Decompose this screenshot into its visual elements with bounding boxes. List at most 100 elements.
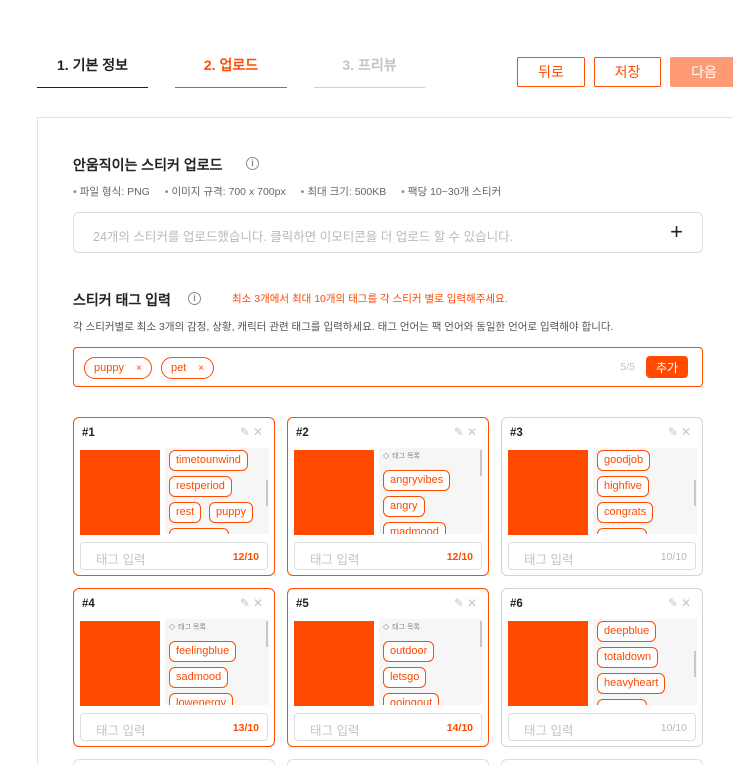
sticker-tag[interactable]: highfive bbox=[597, 476, 649, 497]
sticker-tag[interactable]: goodjob bbox=[597, 450, 651, 471]
step-basic-info[interactable]: 1. 기본 정보 bbox=[37, 56, 148, 88]
sticker-tag[interactable]: goingout bbox=[383, 693, 440, 705]
sticker-tag-input[interactable]: 태그 입력 13/10 bbox=[80, 713, 268, 741]
edit-icon[interactable]: ✎ bbox=[668, 425, 681, 439]
info-icon[interactable]: i bbox=[188, 292, 201, 305]
sticker-card-partial[interactable] bbox=[287, 759, 489, 765]
sticker-tag[interactable]: puppy bbox=[209, 502, 253, 523]
tag-count: 13/10 bbox=[232, 722, 259, 734]
tag-list-scrollbar[interactable] bbox=[266, 621, 268, 647]
sticker-tag-list: goodjob highfive congrats bbox=[593, 448, 697, 534]
sticker-tag[interactable]: heavyheart bbox=[597, 673, 666, 694]
sticker-tag[interactable]: letsgo bbox=[383, 667, 427, 688]
tag-count: 12/10 bbox=[446, 551, 473, 563]
sticker-number: #5 bbox=[296, 598, 309, 610]
sticker-card[interactable]: #3 ✎✕ goodjob highfive congrats 태그 입력 10… bbox=[501, 417, 703, 576]
tag-section-title: 스티커 태그 입력 bbox=[73, 292, 171, 308]
sticker-tag-input[interactable]: 태그 입력 10/10 bbox=[508, 542, 696, 570]
close-icon[interactable]: ✕ bbox=[467, 425, 480, 439]
sticker-tag-input[interactable]: 태그 입력 14/10 bbox=[294, 713, 482, 741]
sticker-card[interactable]: #1 ✎✕ timetounwind restperiod rest puppy… bbox=[73, 417, 275, 576]
tag-list-scrollbar[interactable] bbox=[266, 480, 268, 506]
tag-count: 14/10 bbox=[446, 722, 473, 734]
close-icon[interactable]: ✕ bbox=[467, 596, 480, 610]
close-icon[interactable]: ✕ bbox=[253, 425, 266, 439]
save-button[interactable]: 저장 bbox=[594, 57, 661, 87]
card-tools: ✎✕ bbox=[240, 596, 266, 610]
common-tag-input[interactable]: puppy × pet × 5/5 추가 bbox=[73, 347, 703, 387]
sticker-thumbnail[interactable] bbox=[508, 450, 588, 535]
sticker-thumbnail[interactable] bbox=[294, 450, 374, 535]
sticker-tag[interactable]: madmood bbox=[383, 522, 446, 534]
sticker-tag[interactable]: deepblue bbox=[597, 621, 657, 642]
tag-list-scrollbar[interactable] bbox=[480, 621, 482, 647]
sticker-tag[interactable] bbox=[169, 528, 229, 534]
next-button[interactable]: 다음 bbox=[670, 57, 733, 87]
sticker-thumbnail[interactable] bbox=[80, 621, 160, 706]
sticker-tag[interactable]: feelingblue bbox=[169, 641, 237, 662]
sticker-tag-input[interactable]: 태그 입력 12/10 bbox=[80, 542, 268, 570]
back-button[interactable]: 뒤로 bbox=[517, 57, 585, 87]
tag-list-scrollbar[interactable] bbox=[694, 480, 696, 506]
sticker-card-partial[interactable] bbox=[73, 759, 275, 765]
step-underline bbox=[37, 87, 148, 88]
tag-list-scrollbar[interactable] bbox=[694, 651, 696, 677]
edit-icon[interactable]: ✎ bbox=[240, 596, 253, 610]
sticker-card[interactable]: #2 ✎✕ 태그 목록 angryvibes angry madmood 태그 … bbox=[287, 417, 489, 576]
sticker-tag-input[interactable]: 태그 입력 10/10 bbox=[508, 713, 696, 741]
info-icon[interactable]: i bbox=[246, 157, 259, 170]
upload-dropzone[interactable]: 24개의 스티커를 업로드했습니다. 클릭하면 이모티콘을 더 업로드 할 수 … bbox=[73, 212, 703, 253]
sticker-tag[interactable]: timetounwind bbox=[169, 450, 248, 471]
spec-item: 파일 형식: PNG bbox=[73, 186, 150, 198]
close-icon[interactable]: × bbox=[136, 363, 142, 374]
add-tag-button[interactable]: 추가 bbox=[646, 356, 688, 378]
sticker-thumbnail[interactable] bbox=[294, 621, 374, 706]
sticker-tag[interactable]: restperiod bbox=[169, 476, 232, 497]
sticker-thumbnail[interactable] bbox=[508, 621, 588, 706]
sticker-tag[interactable]: angry bbox=[383, 496, 425, 517]
sticker-tag[interactable] bbox=[597, 699, 647, 705]
tag-list-scrollbar[interactable] bbox=[480, 450, 482, 476]
sticker-number: #1 bbox=[82, 427, 95, 439]
sticker-tag[interactable]: angryvibes bbox=[383, 470, 451, 491]
upload-specs: 파일 형식: PNG 이미지 규격: 700 x 700px 최대 크기: 50… bbox=[73, 184, 513, 199]
plus-icon[interactable]: + bbox=[670, 221, 683, 243]
tag-input-placeholder: 태그 입력 bbox=[524, 724, 574, 738]
edit-icon[interactable]: ✎ bbox=[240, 425, 253, 439]
spec-item: 이미지 규격: 700 x 700px bbox=[165, 186, 286, 198]
close-icon[interactable]: ✕ bbox=[681, 596, 694, 610]
tag-list-label: 태그 목록 bbox=[383, 622, 420, 632]
sticker-card[interactable]: #6 ✎✕ deepblue totaldown heavyheart 태그 입… bbox=[501, 588, 703, 747]
tag-chip-label: puppy bbox=[94, 362, 124, 374]
edit-icon[interactable]: ✎ bbox=[668, 596, 681, 610]
close-icon[interactable]: ✕ bbox=[253, 596, 266, 610]
sticker-tag[interactable]: congrats bbox=[597, 502, 654, 523]
tag-list-label: 태그 목록 bbox=[169, 622, 206, 632]
sticker-thumbnail[interactable] bbox=[80, 450, 160, 535]
tag-chip[interactable]: puppy × bbox=[84, 357, 152, 379]
sticker-tag[interactable]: lowenergy bbox=[169, 693, 234, 705]
sticker-card-partial[interactable] bbox=[501, 759, 703, 765]
sticker-card[interactable]: #5 ✎✕ 태그 목록 outdoor letsgo goingout 태그 입… bbox=[287, 588, 489, 747]
sticker-tag-list: timetounwind restperiod rest puppy bbox=[165, 448, 269, 534]
sticker-tag[interactable]: sadmood bbox=[169, 667, 229, 688]
edit-icon[interactable]: ✎ bbox=[454, 596, 467, 610]
sticker-tag-list: 태그 목록 feelingblue sadmood lowenergy bbox=[165, 619, 269, 705]
tag-chip[interactable]: pet × bbox=[161, 357, 215, 379]
step-upload[interactable]: 2. 업로드 bbox=[175, 56, 287, 88]
sticker-tag-input[interactable]: 태그 입력 12/10 bbox=[294, 542, 482, 570]
tag-input-placeholder: 태그 입력 bbox=[524, 553, 574, 567]
sticker-tag-list: 태그 목록 angryvibes angry madmood bbox=[379, 448, 483, 534]
tag-warning: 최소 3개에서 최대 10개의 태그를 각 스티커 별로 입력해주세요. bbox=[232, 293, 508, 305]
step-preview[interactable]: 3. 프리뷰 bbox=[314, 56, 425, 88]
sticker-tag[interactable]: rest bbox=[169, 502, 202, 523]
close-icon[interactable]: ✕ bbox=[681, 425, 694, 439]
close-icon[interactable]: × bbox=[198, 363, 204, 374]
sticker-tag[interactable]: outdoor bbox=[383, 641, 435, 662]
sticker-tag[interactable]: totaldown bbox=[597, 647, 659, 668]
tag-input-placeholder: 태그 입력 bbox=[96, 724, 146, 738]
step-underline bbox=[314, 87, 425, 88]
sticker-card[interactable]: #4 ✎✕ 태그 목록 feelingblue sadmood lowenerg… bbox=[73, 588, 275, 747]
edit-icon[interactable]: ✎ bbox=[454, 425, 467, 439]
sticker-tag[interactable] bbox=[597, 528, 647, 534]
